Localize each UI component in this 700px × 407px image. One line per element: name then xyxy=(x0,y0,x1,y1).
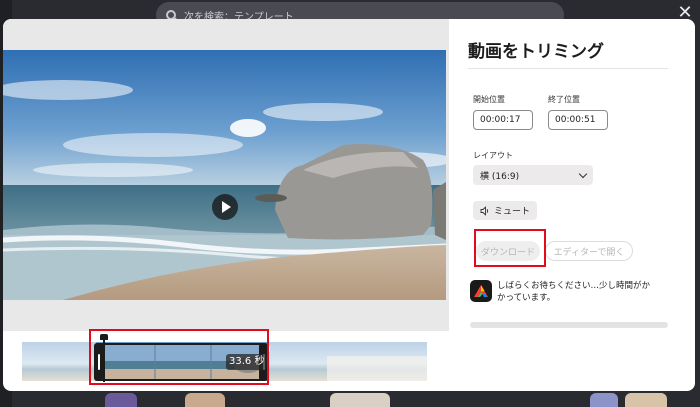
play-icon xyxy=(222,201,231,213)
layout-label: レイアウト xyxy=(473,151,513,160)
layout-select[interactable]: 横 (16:9) xyxy=(473,165,593,185)
trim-start-handle[interactable] xyxy=(94,343,103,381)
playhead[interactable] xyxy=(103,338,105,382)
open-in-editor-button[interactable]: エディターで開く xyxy=(545,241,633,261)
end-position-label: 終了位置 xyxy=(548,95,580,104)
download-button[interactable]: ダウンロード xyxy=(476,241,540,261)
background-thumbnail xyxy=(185,393,225,407)
background-thumbnail xyxy=(625,393,667,407)
dialog-title: 動画をトリミング xyxy=(468,42,604,62)
timeline-unselected-right xyxy=(268,342,427,381)
start-time-field[interactable]: 00:00:17 xyxy=(473,110,533,130)
export-progress-bar xyxy=(470,322,668,328)
video-frame-image xyxy=(3,50,446,300)
grip-icon xyxy=(97,354,100,370)
background-thumbnail xyxy=(105,393,137,407)
selection-duration-badge: 33.6 秒 xyxy=(226,354,268,370)
start-position-label: 開始位置 xyxy=(473,95,505,104)
preview-area xyxy=(3,19,449,331)
play-button[interactable] xyxy=(212,194,238,220)
mute-button[interactable]: ミュート xyxy=(473,201,537,220)
app-logo-icon xyxy=(474,285,488,297)
background-thumbnail xyxy=(330,393,390,407)
timeline-unselected-left xyxy=(22,342,96,381)
chevron-down-icon xyxy=(578,169,588,178)
speaker-icon xyxy=(480,205,489,216)
end-time-field[interactable]: 00:00:51 xyxy=(548,110,608,130)
layout-selected-value: 横 (16:9) xyxy=(480,171,520,182)
background-thumbnail xyxy=(590,393,618,407)
wait-message: しばらくお待ちください…少し時間がかかっています。 xyxy=(497,281,651,303)
mute-label: ミュート xyxy=(493,207,530,217)
adobe-express-logo xyxy=(470,280,492,302)
title-divider xyxy=(468,68,668,69)
video-preview[interactable] xyxy=(3,50,446,300)
